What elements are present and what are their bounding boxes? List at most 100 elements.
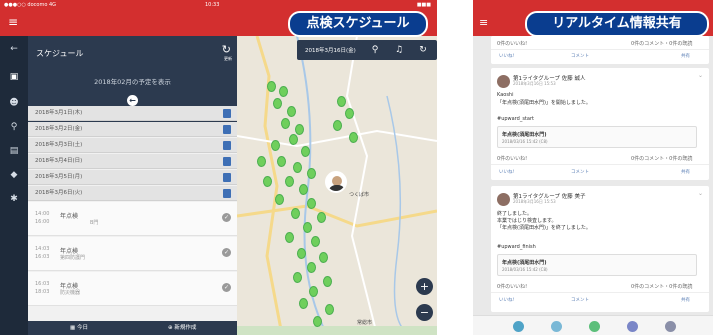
map-pin-icon[interactable] (313, 316, 322, 327)
map-icon[interactable]: ▤ (9, 146, 19, 156)
check-icon[interactable]: ✓ (222, 283, 231, 292)
arrow-left-icon[interactable]: ← (127, 95, 138, 106)
zoom-in-button[interactable]: + (416, 278, 433, 295)
bookmark-icon[interactable] (223, 157, 231, 166)
map-pin-icon[interactable] (301, 146, 310, 157)
task-end: 16:03 (35, 254, 50, 260)
map-pin-icon[interactable] (307, 168, 316, 179)
search-icon[interactable]: ⚲ (369, 43, 381, 57)
comment-button[interactable]: コメント (571, 53, 589, 59)
back-arrow-icon[interactable]: ← (9, 44, 19, 54)
map-pin-icon[interactable] (263, 176, 272, 187)
attached-task-card[interactable]: 年点検(須尾田水門) 2018/03/16 15:42 (C8) (497, 254, 697, 276)
bookmark-icon[interactable] (223, 125, 231, 134)
comment-button[interactable]: コメント (571, 169, 589, 175)
gear-icon[interactable]: ✱ (9, 194, 19, 204)
map-pin-icon[interactable] (319, 252, 328, 263)
task-name: 年点検 (60, 213, 79, 220)
check-icon[interactable] (589, 321, 600, 332)
map-view[interactable]: つくば市 常総市 2018年3月16日(金) ⚲ ♫ ↻ + − (237, 36, 437, 335)
map-pin-icon[interactable] (307, 198, 316, 209)
user-avatar-marker[interactable] (325, 171, 347, 193)
refresh-icon[interactable]: ↻ (222, 44, 231, 55)
map-pin-icon[interactable] (271, 140, 280, 151)
map-pin-icon[interactable] (277, 156, 286, 167)
zoom-out-button[interactable]: − (416, 304, 433, 321)
today-button[interactable]: ▦ 今日 (70, 321, 88, 335)
task-item[interactable]: 16:03 18:03 年点検 防災機器 ✓ (28, 272, 237, 306)
day-row[interactable]: 2018年3月6日(火) (28, 186, 237, 201)
attached-task-title: 年点検(須尾田水門) (502, 260, 547, 266)
feed-icon[interactable] (551, 321, 562, 332)
map-pin-icon[interactable] (293, 272, 302, 283)
users-icon[interactable]: ☻ (9, 98, 19, 108)
like-button[interactable]: いいね! (499, 53, 514, 59)
map-pin-icon[interactable] (281, 118, 290, 129)
attached-task-card[interactable]: 年点検(須尾田水門) 2018/03/16 15:42 (C8) (497, 126, 697, 148)
map-pin-icon[interactable] (275, 194, 284, 205)
task-item[interactable]: 14:00 16:00 年点検 B門 ✓ (28, 202, 237, 236)
bookmark-icon[interactable] (223, 189, 231, 198)
map-pin-icon[interactable] (297, 248, 306, 259)
map-pin-icon[interactable] (333, 120, 342, 131)
bell-icon[interactable]: ♫ (393, 43, 405, 57)
bookmark-icon[interactable] (223, 109, 231, 118)
layers-icon[interactable]: ◆ (9, 170, 19, 180)
day-row[interactable]: 2018年3月2日(金) (28, 122, 237, 137)
message-icon[interactable] (627, 321, 638, 332)
map-pin-icon[interactable] (345, 108, 354, 119)
calendar-icon[interactable]: ▣ (9, 72, 19, 82)
like-button[interactable]: いいね! (499, 297, 514, 303)
day-row[interactable]: 2018年3月1日(木) (28, 106, 237, 121)
map-pin-icon[interactable] (299, 184, 308, 195)
map-pin-icon[interactable] (293, 162, 302, 173)
like-button[interactable]: いいね! (499, 169, 514, 175)
check-icon[interactable]: ✓ (222, 213, 231, 222)
day-row[interactable]: 2018年3月5日(月) (28, 170, 237, 185)
map-pin-icon[interactable] (307, 262, 316, 273)
map-pin-icon[interactable] (323, 276, 332, 287)
day-row[interactable]: 2018年3月3日(土) (28, 138, 237, 153)
task-item[interactable]: 14:03 16:03 年点検 第四防護門 ✓ (28, 237, 237, 271)
search-icon[interactable]: ⚲ (9, 122, 19, 132)
map-pin-icon[interactable] (291, 208, 300, 219)
map-pin-icon[interactable] (303, 222, 312, 233)
home-icon[interactable] (513, 321, 524, 332)
menu-icon[interactable]: ≡ (8, 16, 18, 28)
map-pin-icon[interactable] (295, 124, 304, 135)
map-pin-icon[interactable] (337, 96, 346, 107)
day-row[interactable]: 2018年3月4日(日) (28, 154, 237, 169)
map-pin-icon[interactable] (317, 212, 326, 223)
map-pin-icon[interactable] (289, 134, 298, 145)
bookmark-icon[interactable] (223, 173, 231, 182)
chevron-down-icon[interactable]: ⌄ (698, 72, 703, 79)
card-meta-left: 0件のいいね! (497, 156, 528, 162)
share-button[interactable]: 共有 (681, 297, 690, 303)
check-icon[interactable]: ✓ (222, 248, 231, 257)
post-tag[interactable]: #upward_finish (497, 244, 536, 250)
map-pin-icon[interactable] (309, 286, 318, 297)
bookmark-icon[interactable] (223, 141, 231, 150)
map-pin-icon[interactable] (299, 298, 308, 309)
comment-button[interactable]: コメント (571, 297, 589, 303)
post-tag[interactable]: #upward_start (497, 116, 534, 122)
menu-icon[interactable]: ≡ (479, 16, 488, 29)
map-pin-icon[interactable] (273, 98, 282, 109)
date-selector[interactable]: 2018年3月16日(金) (305, 46, 356, 54)
new-event-button[interactable]: ⊕ 新規作成 (168, 321, 196, 335)
share-button[interactable]: 共有 (681, 53, 690, 59)
map-pin-icon[interactable] (285, 232, 294, 243)
map-pin-icon[interactable] (311, 236, 320, 247)
refresh-icon[interactable]: ↻ (417, 43, 429, 57)
map-pin-icon[interactable] (325, 304, 334, 315)
map-pin-icon[interactable] (287, 106, 296, 117)
user-icon[interactable] (665, 321, 676, 332)
map-pin-icon[interactable] (349, 132, 358, 143)
share-button[interactable]: 共有 (681, 169, 690, 175)
map-pin-icon[interactable] (285, 176, 294, 187)
map-pin-icon[interactable] (279, 86, 288, 97)
map-pin-icon[interactable] (257, 156, 266, 167)
map-pin-icon[interactable] (267, 81, 276, 92)
day-label: 2018年3月3日(土) (35, 142, 83, 148)
chevron-down-icon[interactable]: ⌄ (698, 190, 703, 197)
